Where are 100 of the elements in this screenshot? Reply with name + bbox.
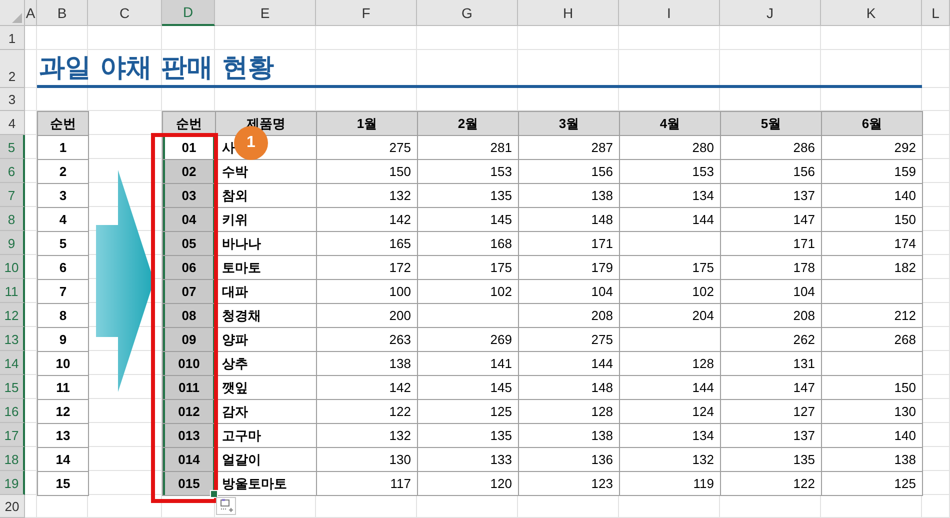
table-cell: 4	[37, 207, 89, 232]
table-cell: 07	[162, 279, 216, 304]
row-header[interactable]: 17	[0, 423, 25, 447]
table-cell: 140	[821, 183, 923, 208]
table-cell: 145	[417, 207, 519, 232]
column-header[interactable]: E	[215, 0, 316, 26]
table-cell: 122	[316, 399, 418, 424]
row-header[interactable]: 9	[0, 231, 25, 255]
table-cell: 144	[619, 375, 721, 400]
column-header[interactable]: K	[821, 0, 922, 26]
table-cell: 123	[518, 471, 620, 496]
row-header[interactable]: 7	[0, 183, 25, 207]
table-cell: 138	[518, 423, 620, 448]
table-cell: 148	[518, 207, 620, 232]
sheet-title: 과일 야채 판매 현황	[39, 52, 274, 85]
row-header[interactable]: 3	[0, 88, 25, 111]
table-cell: 135	[417, 423, 519, 448]
column-header[interactable]: F	[316, 0, 417, 26]
table-cell: 100	[316, 279, 418, 304]
column-header: 3월	[518, 111, 620, 136]
table-cell: 182	[821, 255, 923, 280]
table-cell: 156	[518, 159, 620, 184]
table-cell: 142	[316, 375, 418, 400]
table-cell: 138	[316, 351, 418, 376]
table-cell: 15	[37, 471, 89, 496]
table-cell: 147	[720, 375, 822, 400]
table-cell: 09	[162, 327, 216, 352]
column-header: 5월	[720, 111, 822, 136]
row-header[interactable]: 1	[0, 26, 25, 50]
table-cell: 275	[518, 327, 620, 352]
table-cell: 1	[37, 135, 89, 160]
row-header[interactable]: 5	[0, 135, 25, 159]
row-header[interactable]: 18	[0, 447, 25, 471]
row-header[interactable]: 15	[0, 375, 25, 399]
table-cell: 150	[316, 159, 418, 184]
table-cell: 128	[518, 399, 620, 424]
table-cell: 3	[37, 183, 89, 208]
fill-handle[interactable]	[210, 490, 218, 498]
row-header[interactable]: 10	[0, 255, 25, 279]
row-header[interactable]: 14	[0, 351, 25, 375]
row-header[interactable]: 8	[0, 207, 25, 231]
table-cell: 12	[37, 399, 89, 424]
table-cell: 133	[417, 447, 519, 472]
paste-options-icon[interactable]	[216, 497, 236, 515]
table-cell: 212	[821, 303, 923, 328]
table-cell: 13	[37, 423, 89, 448]
row-header[interactable]: 11	[0, 279, 25, 303]
table-cell: 014	[162, 447, 216, 472]
table-cell: 104	[518, 279, 620, 304]
table-cell: 208	[518, 303, 620, 328]
table-cell: 104	[720, 279, 822, 304]
column-header: 6월	[821, 111, 923, 136]
table-cell: 142	[316, 207, 418, 232]
table-cell: 10	[37, 351, 89, 376]
table-cell: 6	[37, 255, 89, 280]
row-header[interactable]: 13	[0, 327, 25, 351]
column-header[interactable]: C	[88, 0, 162, 26]
table-cell: 275	[316, 135, 418, 160]
column-header[interactable]: G	[417, 0, 518, 26]
table-cell: 168	[417, 231, 519, 256]
table-cell: 5	[37, 231, 89, 256]
row-header[interactable]: 6	[0, 159, 25, 183]
table-cell: 175	[619, 255, 721, 280]
table-cell: 06	[162, 255, 216, 280]
table-cell: 03	[162, 183, 216, 208]
row-header[interactable]: 4	[0, 111, 25, 135]
column-header[interactable]: J	[720, 0, 821, 26]
table-cell: 9	[37, 327, 89, 352]
table-cell: 수박	[215, 159, 317, 184]
column-header[interactable]: H	[518, 0, 619, 26]
table-cell: 132	[316, 183, 418, 208]
column-header[interactable]: I	[619, 0, 720, 26]
table-cell: 153	[619, 159, 721, 184]
table-cell: 127	[720, 399, 822, 424]
row-header[interactable]: 16	[0, 399, 25, 423]
row-header[interactable]: 12	[0, 303, 25, 327]
table-cell: 269	[417, 327, 519, 352]
table-cell: 05	[162, 231, 216, 256]
table-cell: 153	[417, 159, 519, 184]
column-header[interactable]: L	[922, 0, 950, 26]
table-cell: 120	[417, 471, 519, 496]
table-cell: 대파	[215, 279, 317, 304]
table-cell: 135	[417, 183, 519, 208]
table-cell: 130	[316, 447, 418, 472]
table-cell: 키위	[215, 207, 317, 232]
row-header[interactable]: 2	[0, 50, 25, 88]
row-header[interactable]: 19	[0, 471, 25, 495]
table-cell: 14	[37, 447, 89, 472]
column-header[interactable]: B	[37, 0, 88, 26]
table-cell: 128	[619, 351, 721, 376]
row-header[interactable]: 20	[0, 495, 25, 518]
column-header[interactable]: D	[162, 0, 215, 26]
table-cell: 011	[162, 375, 216, 400]
column-header[interactable]: A	[25, 0, 37, 26]
table-cell: 172	[316, 255, 418, 280]
table-cell: 참외	[215, 183, 317, 208]
table-cell: 130	[821, 399, 923, 424]
table-cell: 179	[518, 255, 620, 280]
table-cell: 137	[720, 423, 822, 448]
table-cell: 고구마	[215, 423, 317, 448]
